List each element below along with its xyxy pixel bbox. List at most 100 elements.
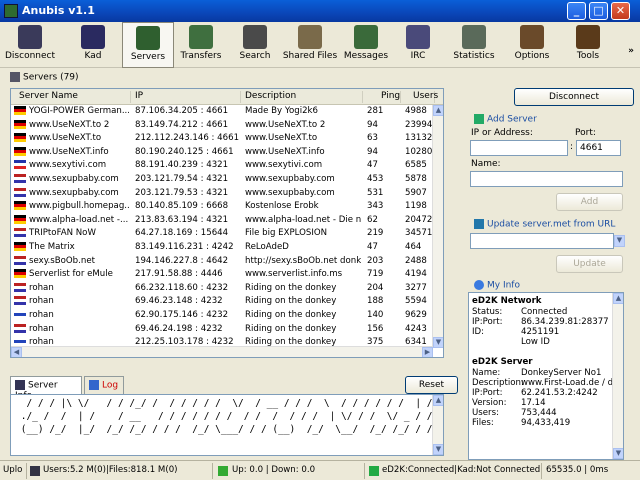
servermet-url-input[interactable] [470, 233, 614, 249]
add-server-icon [474, 114, 484, 124]
title-bar[interactable]: Anubis v1.1 _ □ ✕ [0, 0, 640, 22]
tab-log[interactable]: Log [84, 376, 124, 394]
tab-server-info[interactable]: Server Info [10, 376, 82, 401]
table-row[interactable]: www.sexytivi.com 88.191.40.239 : 4321 www.… [11, 159, 435, 173]
table-row[interactable]: www.UseNeXT.to 2 83.149.74.212 : 4661 www.… [11, 119, 435, 133]
cell-ip: 80.140.85.109 : 6668 [135, 201, 229, 212]
close-button[interactable]: ✕ [611, 2, 630, 20]
log-scroll-up-icon[interactable]: ▲ [433, 395, 443, 406]
toolbar-label: IRC [410, 51, 426, 61]
server-info-log[interactable]: / / / |\ \/ / / /_/ / / / / / / \/ / __ … [10, 394, 444, 456]
country-flag-icon [14, 310, 26, 319]
table-row[interactable]: www.alpha-load.net -... 213.83.63.194 : 4… [11, 214, 435, 228]
scroll-left-arrow-icon[interactable]: ◀ [11, 347, 22, 357]
cell-ping: 140 [367, 310, 384, 320]
port-input[interactable]: 4661 [576, 140, 621, 156]
table-row[interactable]: TRIPtoFAN NoW 64.27.18.169 : 15644 File bi… [11, 227, 435, 241]
log-scroll-down-icon[interactable]: ▼ [433, 444, 443, 455]
info-value: 753,444 [521, 408, 557, 418]
maximize-button[interactable]: □ [589, 2, 608, 20]
country-flag-icon [14, 133, 26, 143]
toolbar-messages-button[interactable]: Messages [340, 22, 392, 68]
country-flag-icon [14, 106, 26, 115]
info-key: Status: [472, 307, 503, 317]
update-servermet-label: Update server.met from URL [487, 219, 616, 230]
toolbar-shared-files-button[interactable]: Shared Files [282, 22, 338, 68]
cell-ip: 88.191.40.239 : 4321 [135, 160, 229, 171]
toolbar-label: Options [514, 51, 550, 61]
table-row[interactable]: YOGI-POWER German... 87.106.34.205 : 4661… [11, 105, 435, 119]
log-scrollbar[interactable]: ▲ ▼ [432, 395, 443, 455]
reset-button[interactable]: Reset [405, 376, 458, 394]
cell-desc: Riding on the donkey [245, 323, 337, 334]
cell-ip: 69.46.24.198 : 4232 [135, 323, 223, 334]
table-row[interactable]: rohan 69.46.24.198 : 4232 Riding on the do… [11, 323, 435, 337]
update-icon [474, 219, 484, 229]
toolbar-transfers-button[interactable]: Transfers [174, 22, 228, 68]
toolbar-overflow-chevron-icon[interactable]: » [628, 46, 634, 56]
servers-table[interactable]: Server Name IP Description Ping Users YO… [10, 88, 444, 358]
add-server-label: Add Server [487, 114, 537, 125]
status-connection: eD2K:Connected|Kad:Not Connected [382, 465, 541, 475]
disconnect-button[interactable]: Disconnect [514, 88, 634, 106]
toolbar-tools-button[interactable]: Tools [560, 22, 616, 68]
status-rate: 65535.0 | 0ms [546, 465, 609, 475]
scroll-down-arrow-icon[interactable]: ▼ [433, 337, 443, 348]
table-row[interactable]: The Matrix 83.149.116.231 : 4242 ReLoAdeD 4… [11, 241, 435, 255]
table-row[interactable]: www.pigbull.homepag... 80.140.85.109 : 66… [11, 200, 435, 214]
country-flag-icon [14, 242, 26, 251]
table-row[interactable]: www.sexupbaby.com 203.121.79.54 : 4321 www… [11, 173, 435, 187]
table-vertical-scrollbar[interactable]: ▲ ▼ [432, 105, 443, 348]
table-row[interactable]: www.UseNeXT.info 80.190.240.125 : 4661 www… [11, 146, 438, 160]
ip-address-input[interactable] [470, 140, 568, 156]
toolbar-irc-button[interactable]: IRC [394, 22, 442, 68]
table-row[interactable]: rohan 69.46.23.148 : 4232 Riding on the do… [11, 295, 435, 309]
ip-port-separator: : [570, 142, 574, 152]
cell-name: www.UseNeXT.info [29, 146, 109, 157]
info-scrollbar[interactable]: ▲ ▼ [612, 293, 623, 459]
toolbar-statistics-button[interactable]: Statistics [450, 22, 498, 68]
info-key: Name: [472, 368, 501, 378]
cell-ip: 203.121.79.53 : 4321 [135, 187, 229, 198]
url-dropdown-arrow-icon[interactable]: ▼ [614, 235, 625, 247]
column-users[interactable]: Users [401, 91, 438, 103]
column-ip[interactable]: IP [131, 91, 241, 103]
toolbar-options-button[interactable]: Options [504, 22, 560, 68]
table-row[interactable]: rohan 66.232.118.60 : 4232 Riding on the d… [11, 282, 435, 296]
main-window: Anubis v1.1 _ □ ✕ » Disconnect Kad Servers… [0, 0, 640, 480]
table-row[interactable]: Serverlist for eMule 217.91.58.88 : 4446 w… [11, 268, 435, 282]
info-scroll-up-icon[interactable]: ▲ [613, 293, 623, 304]
table-row[interactable]: www.UseNeXT.to 212.112.243.146 : 4661 www.… [11, 132, 438, 146]
column-ping[interactable]: Ping [363, 91, 401, 103]
cell-desc: ReLoAdeD [245, 242, 289, 252]
country-flag-icon [14, 119, 26, 129]
column-description[interactable]: Description [241, 91, 363, 103]
country-flag-icon [14, 228, 26, 238]
table-header: Server Name IP Description Ping Users [11, 89, 443, 105]
toolbar-label: Disconnect [5, 51, 55, 61]
add-server-button[interactable]: Add [556, 193, 623, 211]
column-server-name[interactable]: Server Name [11, 91, 131, 103]
minimize-button[interactable]: _ [567, 2, 586, 20]
table-row[interactable]: www.sexupbaby.com 203.121.79.53 : 4321 www… [11, 187, 435, 201]
cell-desc: www.alpha-load.net - Die ne [245, 214, 361, 225]
cell-ping: 63 [367, 133, 378, 144]
scroll-up-arrow-icon[interactable]: ▲ [433, 105, 443, 116]
toolbar-kad-button[interactable]: Kad [62, 22, 124, 68]
toolbar-disconnect-button[interactable]: Disconnect [0, 22, 60, 68]
cell-ip: 212.112.243.146 : 4661 [135, 133, 240, 144]
cell-desc: www.sexupbaby.com [245, 174, 335, 184]
country-flag-icon [14, 174, 26, 183]
cell-ip: 87.106.34.205 : 4661 [135, 106, 229, 116]
info-value: www.First-Load.de / du [521, 378, 619, 388]
scroll-right-arrow-icon[interactable]: ▶ [422, 347, 433, 357]
table-row[interactable]: sexy.sBoOb.net 194.146.227.8 : 4642 http:/… [11, 255, 435, 269]
info-scroll-down-icon[interactable]: ▼ [613, 448, 623, 459]
toolbar-servers-button[interactable]: Servers [122, 22, 174, 68]
toolbar-search-button[interactable]: Search [230, 22, 280, 68]
table-horizontal-scrollbar[interactable]: ◀ ▶ [11, 346, 433, 357]
update-button[interactable]: Update [556, 255, 623, 273]
cell-name: YOGI-POWER German... [29, 106, 129, 116]
server-name-input[interactable] [470, 171, 623, 187]
table-row[interactable]: rohan 62.90.175.146 : 4232 Riding on the d… [11, 309, 435, 323]
